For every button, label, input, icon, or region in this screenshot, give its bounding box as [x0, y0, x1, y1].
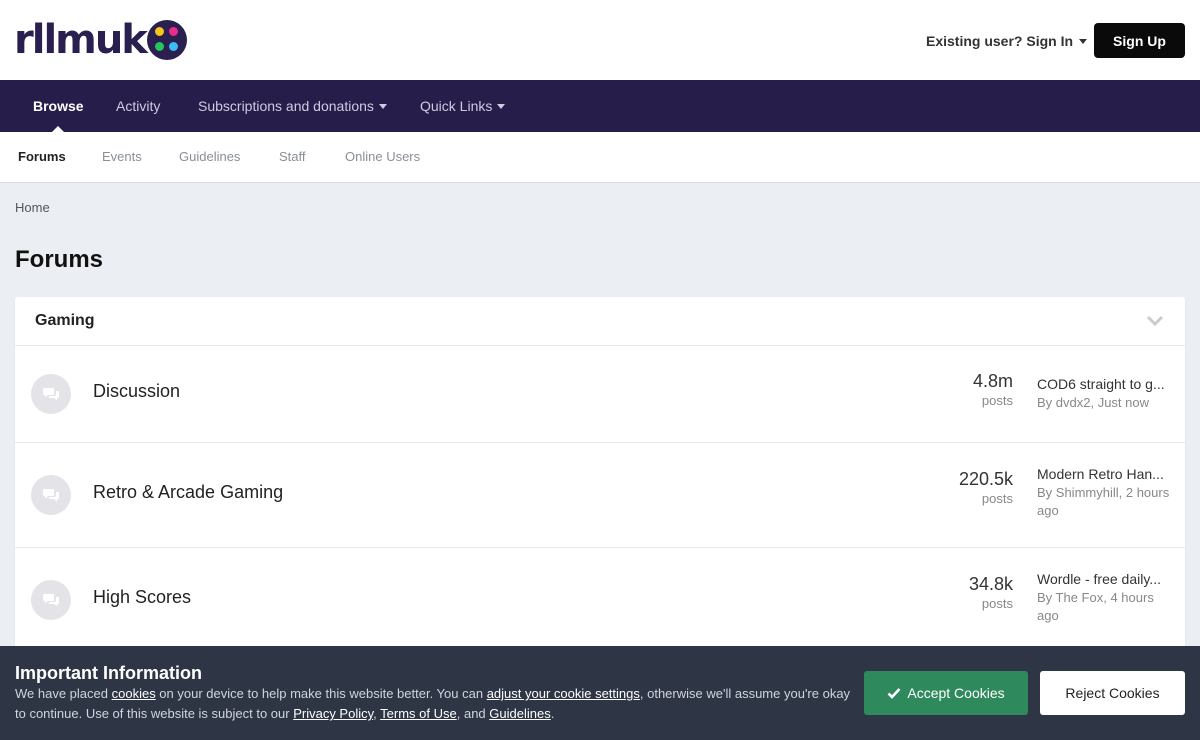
cookie-notice-title: Important Information	[15, 663, 202, 683]
logo-dots-icon	[146, 20, 187, 60]
cookie-notice: Important Information We have placed coo…	[0, 646, 1200, 740]
cookie-text-part: .	[550, 706, 555, 721]
nav-label: Activity	[116, 98, 161, 114]
post-count-label: posts	[981, 491, 1013, 506]
secondary-nav: Forums Events Guidelines Staff Online Us…	[0, 132, 1200, 183]
reject-cookies-button[interactable]: Reject Cookies	[1040, 671, 1185, 715]
terms-of-use-link[interactable]: Terms of Use	[380, 706, 457, 721]
forum-title-link[interactable]: Retro & Arcade Gaming	[93, 482, 283, 503]
category-title[interactable]: Gaming	[35, 312, 95, 330]
subnav-events[interactable]: Events	[102, 132, 142, 182]
cookie-settings-link[interactable]: adjust your cookie settings	[487, 686, 640, 701]
cookie-notice-text: We have placed cookies on your device to…	[15, 684, 855, 724]
chat-bubbles-icon	[31, 374, 71, 414]
last-post-title-link[interactable]: Wordle - free daily...	[1037, 569, 1177, 589]
sign-up-button[interactable]: Sign Up	[1094, 23, 1185, 58]
primary-nav: Browse Activity Subscriptions and donati…	[0, 80, 1200, 132]
post-count-value: 220.5k	[958, 469, 1013, 489]
forum-title-link[interactable]: Discussion	[93, 381, 180, 402]
nav-label: Browse	[33, 98, 84, 114]
last-post-meta: By The Fox, 4 hours ago	[1037, 590, 1154, 623]
post-count-value: 4.8m	[972, 371, 1013, 391]
privacy-policy-link[interactable]: Privacy Policy	[293, 706, 373, 721]
chevron-down-icon[interactable]	[1145, 313, 1165, 329]
subnav-staff[interactable]: Staff	[279, 132, 306, 182]
nav-browse[interactable]: Browse	[33, 80, 84, 132]
cookie-text-part: We have placed	[15, 686, 112, 701]
last-post-title-link[interactable]: COD6 straight to g...	[1037, 374, 1177, 394]
nav-activity[interactable]: Activity	[116, 80, 160, 132]
category-header: Gaming	[15, 297, 1185, 346]
forum-row: Discussion 4.8m posts COD6 straight to g…	[15, 346, 1185, 443]
caret-down-icon	[497, 103, 506, 109]
cookie-text-part: on your device to help make this website…	[155, 686, 487, 701]
last-post-meta: By dvdx2, Just now	[1037, 395, 1149, 410]
subnav-guidelines[interactable]: Guidelines	[179, 132, 240, 182]
breadcrumb-home[interactable]: Home	[15, 200, 50, 215]
last-post-info: Wordle - free daily... By The Fox, 4 hou…	[1037, 569, 1177, 625]
nav-subscriptions[interactable]: Subscriptions and donations	[198, 80, 387, 132]
last-post-info: COD6 straight to g... By dvdx2, Just now	[1037, 374, 1177, 412]
subnav-online-users[interactable]: Online Users	[345, 132, 420, 182]
site-logo[interactable]: rllmuk	[14, 18, 187, 62]
nav-label: Quick Links	[420, 98, 493, 114]
forum-post-count: 220.5k posts	[959, 468, 1013, 508]
cookie-text-part: , and	[456, 706, 490, 721]
post-count-label: posts	[981, 596, 1013, 611]
nav-quick-links[interactable]: Quick Links	[420, 80, 506, 132]
last-post-title-link[interactable]: Modern Retro Han...	[1037, 464, 1177, 484]
nav-label: Subscriptions and donations	[198, 98, 374, 114]
forum-row: Retro & Arcade Gaming 220.5k posts Moder…	[15, 443, 1185, 548]
accept-cookies-label: Accept Cookies	[907, 685, 1005, 701]
last-post-info: Modern Retro Han... By Shimmyhill, 2 hou…	[1037, 464, 1177, 520]
caret-down-icon	[1079, 38, 1088, 44]
cookies-link[interactable]: cookies	[112, 686, 156, 701]
post-count-label: posts	[981, 393, 1013, 408]
post-count-value: 34.8k	[968, 574, 1013, 594]
caret-down-icon	[378, 103, 387, 109]
guidelines-link[interactable]: Guidelines	[489, 706, 550, 721]
subnav-forums[interactable]: Forums	[18, 132, 66, 182]
forum-title-link[interactable]: High Scores	[93, 587, 191, 608]
accept-cookies-button[interactable]: Accept Cookies	[864, 671, 1028, 715]
forum-post-count: 4.8m posts	[973, 370, 1013, 410]
last-post-meta: By Shimmyhill, 2 hours ago	[1037, 485, 1170, 518]
sign-in-label: Existing user? Sign In	[926, 33, 1074, 49]
forum-post-count: 34.8k posts	[969, 573, 1013, 613]
check-icon	[887, 688, 901, 699]
page-title: Forums	[15, 246, 104, 273]
logo-text: rllmuk	[14, 17, 148, 63]
chat-bubbles-icon	[31, 475, 71, 515]
sign-in-link[interactable]: Existing user? Sign In	[926, 33, 1088, 49]
forum-row: High Scores 34.8k posts Wordle - free da…	[15, 548, 1185, 653]
chat-bubbles-icon	[31, 580, 71, 620]
site-header: rllmuk Existing user? Sign In Sign Up	[0, 0, 1200, 80]
